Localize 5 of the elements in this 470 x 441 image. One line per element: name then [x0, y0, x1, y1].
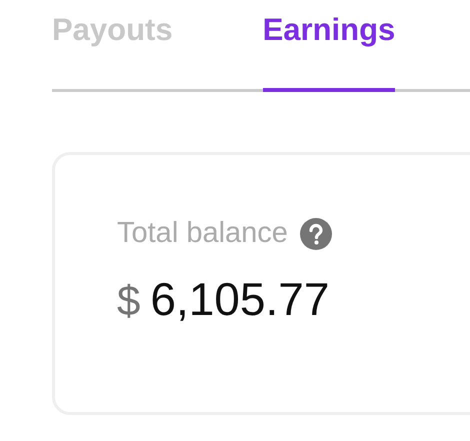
currency-symbol: $ — [117, 277, 140, 325]
help-icon[interactable] — [300, 218, 332, 250]
balance-label: Total balance — [117, 217, 288, 250]
balance-amount: 6,105.77 — [150, 272, 330, 326]
tab[interactable]: Earnings — [262, 0, 396, 92]
